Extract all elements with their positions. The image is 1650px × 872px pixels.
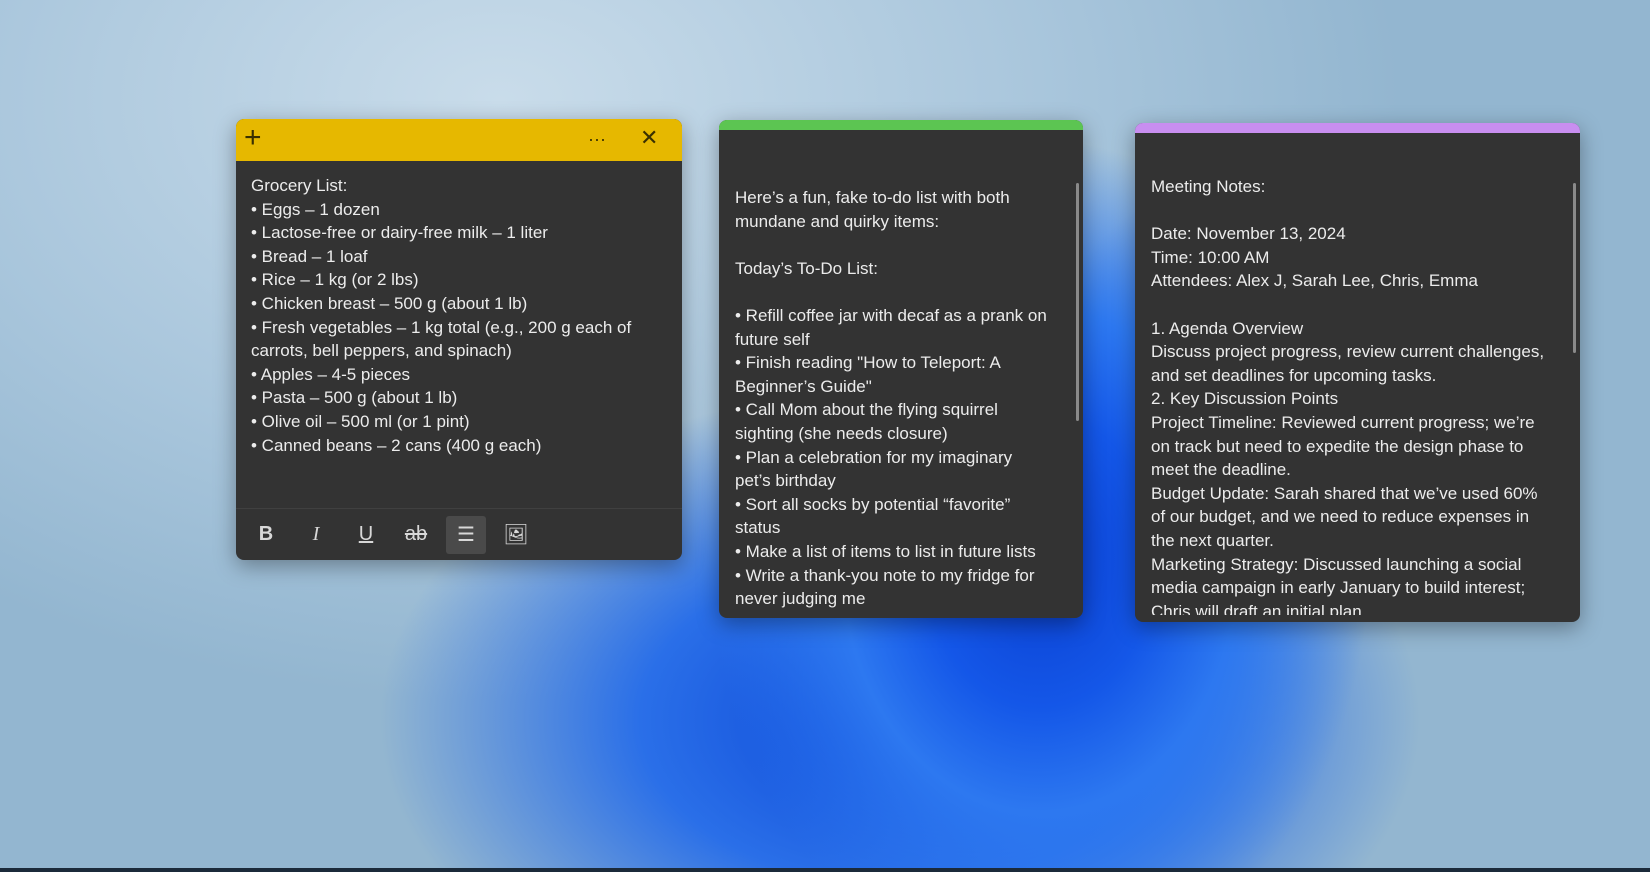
bold-button[interactable]: B [246,516,286,554]
more-options-icon[interactable]: ··· [588,129,606,150]
scrollbar[interactable] [1076,183,1079,421]
note-line: • Olive oil – 500 ml (or 1 pint) [251,411,470,431]
note-line: • Call Mom about the flying squirrel [735,400,998,420]
taskbar-edge [0,868,1650,872]
note-line: • Chicken breast – 500 g (about 1 lb) [251,293,528,313]
note-line: • Pasta – 500 g (about 1 lb) [251,388,458,408]
note-line: • Fresh vegetables – 1 kg total (e.g., 2… [251,317,632,337]
note-line: • Canned beans – 2 cans (400 g each) [251,435,542,455]
note-header[interactable]: + ··· ✕ [236,119,682,161]
note-line: sighting (she needs closure) [735,423,948,443]
note-line: mundane and quirky items: [735,211,940,231]
strikethrough-button[interactable]: ab [396,516,436,554]
note-line: • Sort all socks by potential “favorite” [735,494,1011,514]
note-line: • Eggs – 1 dozen [251,199,380,219]
note-line: pet’s birthday [735,471,836,491]
note-line: Beginner’s Guide" [735,376,872,396]
note-line: 2. Key Discussion Points [1151,389,1339,409]
bullet-list-button[interactable]: ☰ [446,515,486,554]
note-line: Marketing Strategy: Discussed launching … [1151,554,1522,574]
note-body[interactable]: Meeting Notes: Date: November 13, 2024 Ti… [1151,175,1544,615]
note-color-strip[interactable] [1135,123,1580,133]
note-line [735,233,1047,257]
sticky-note-todo[interactable]: Here’s a fun, fake to-do list with both m… [719,120,1083,618]
note-line: • Make a list of items to list in future… [735,541,1036,561]
note-line: status [735,518,781,538]
note-line: Attendees: Alex J, Sarah Lee, Chris, Emm… [1151,271,1478,291]
note-line [1151,199,1544,223]
note-body[interactable]: Grocery List: • Eggs – 1 dozen • Lactose-f… [251,174,631,457]
note-line: meet the deadline. [1151,460,1291,480]
note-line: media campaign in early January to build… [1151,578,1526,598]
image-button[interactable]: 🖼 [496,516,536,554]
note-line: • Write a thank-you note to my fridge fo… [735,565,1035,585]
note-line: Discuss project progress, review current… [1151,342,1545,362]
note-line: Today’s To-Do List: [735,258,878,278]
note-line: • Bread – 1 loaf [251,246,368,266]
note-line: • Plan a celebration for my imaginary [735,447,1013,467]
scrollbar[interactable] [1573,183,1576,353]
note-line: • Finish reading "How to Teleport: A [735,353,1001,373]
note-line: carrots, bell peppers, and spinach) [251,341,512,361]
close-icon[interactable]: ✕ [640,125,658,151]
underline-button[interactable]: U [346,516,386,554]
note-line: Date: November 13, 2024 [1151,224,1346,244]
add-note-icon[interactable]: + [244,121,262,155]
sticky-note-grocery[interactable]: + ··· ✕ Grocery List: • Eggs – 1 dozen • L… [236,119,682,560]
note-color-strip[interactable] [719,120,1083,130]
note-line: Here’s a fun, fake to-do list with both [735,188,1010,207]
note-line: Budget Update: Sarah shared that we’ve u… [1151,483,1538,503]
note-line: Time: 10:00 AM [1151,247,1270,267]
format-toolbar: B I U ab ☰ 🖼 [236,508,682,560]
note-line: the next quarter. [1151,530,1274,550]
note-line: Project Timeline: Reviewed current progr… [1151,412,1535,432]
note-line: • Refill coffee jar with decaf as a pran… [735,305,1047,325]
note-line: • Lactose-free or dairy-free milk – 1 li… [251,223,548,243]
note-line: never judging me [735,589,866,609]
note-line: Chris will draft an initial plan. [1151,601,1367,615]
note-line: • Apples – 4-5 pieces [251,364,411,384]
italic-button[interactable]: I [296,516,336,554]
note-line: on track but need to expedite the design… [1151,436,1524,456]
note-body[interactable]: Here’s a fun, fake to-do list with both m… [735,186,1047,611]
note-line: Grocery List: [251,176,348,195]
note-line: future self [735,329,810,349]
note-line: Meeting Notes: [1151,177,1266,196]
note-line: 1. Agenda Overview [1151,318,1304,338]
note-line: and set deadlines for upcoming tasks. [1151,365,1437,385]
note-line [735,280,1047,304]
note-line [1151,293,1544,317]
note-line: • Rice – 1 kg (or 2 lbs) [251,270,419,290]
sticky-note-meeting[interactable]: Meeting Notes: Date: November 13, 2024 Ti… [1135,123,1580,622]
note-line: of our budget, and we need to reduce exp… [1151,507,1530,527]
